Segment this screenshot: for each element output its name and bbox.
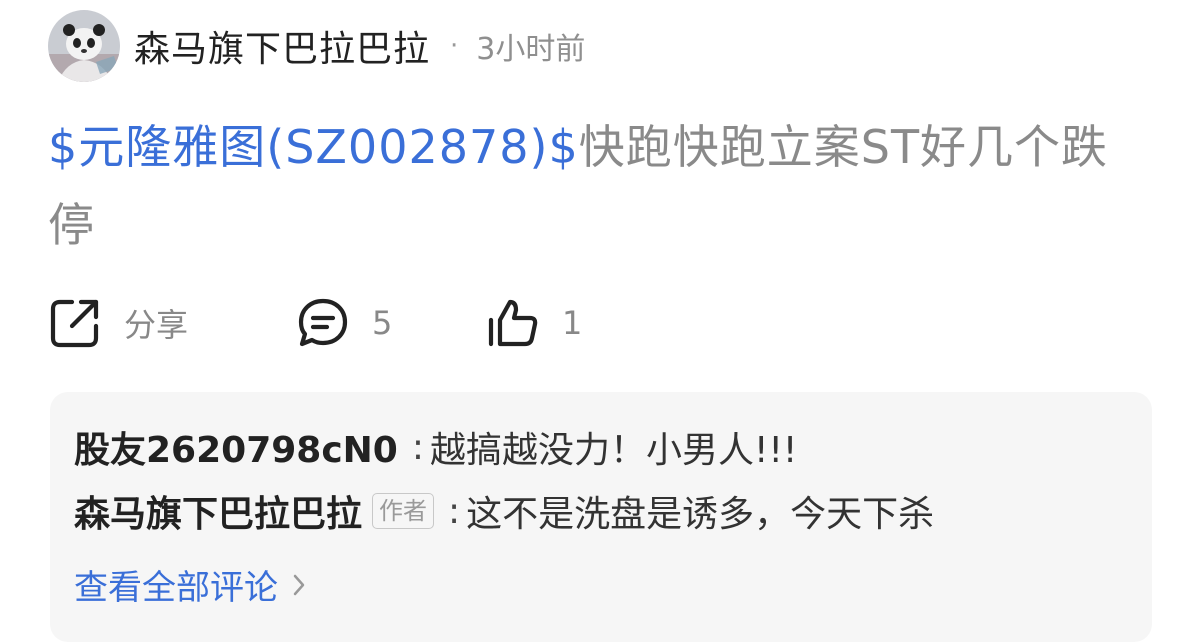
- thumbs-up-icon: [488, 299, 538, 347]
- commenter-name[interactable]: 森马旗下巴拉巴拉: [74, 485, 362, 537]
- comment-preview: 股友2620798cN0 : 越搞越没力！小男人!!! 森马旗下巴拉巴拉 作者 …: [50, 392, 1152, 642]
- commenter-name[interactable]: 股友2620798cN0: [74, 421, 398, 473]
- post-time: 3小时前: [476, 32, 586, 67]
- share-icon: [50, 299, 99, 348]
- share-button[interactable]: 分享: [48, 296, 296, 350]
- like-count: 1: [562, 304, 583, 342]
- comment-button[interactable]: 5: [296, 296, 486, 350]
- comment-text: 越搞越没力！小男人!!!: [430, 430, 798, 471]
- comment-text: 这不是洗盘是诱多，今天下杀: [466, 494, 935, 535]
- comment-item[interactable]: 股友2620798cN0 : 越搞越没力！小男人!!!: [74, 420, 797, 474]
- like-button[interactable]: 1: [486, 296, 582, 350]
- comment-icon: [298, 298, 348, 347]
- meta-separator: ·: [450, 31, 459, 61]
- view-all-label: 查看全部评论: [74, 568, 278, 608]
- comment-colon: :: [448, 490, 461, 532]
- share-label: 分享: [124, 306, 189, 344]
- comment-count: 5: [372, 304, 393, 342]
- post-header: 森马旗下巴拉巴拉 · 3小时前: [48, 10, 585, 82]
- comment-colon: :: [411, 426, 425, 468]
- author-name[interactable]: 森马旗下巴拉巴拉: [134, 20, 430, 72]
- author-badge: 作者: [372, 493, 435, 529]
- post-actions: 分享 5 1: [48, 292, 582, 354]
- panda-avatar-icon: [48, 10, 120, 82]
- comment-item[interactable]: 森马旗下巴拉巴拉 作者 : 这不是洗盘是诱多，今天下杀: [74, 484, 934, 538]
- view-all-comments-link[interactable]: 查看全部评论: [74, 560, 306, 609]
- post-content: $元隆雅图(SZ002878)$快跑快跑立案ST好几个跌停: [48, 108, 1148, 264]
- avatar[interactable]: [48, 10, 120, 82]
- chevron-right-icon: [293, 574, 305, 595]
- stock-link[interactable]: $元隆雅图(SZ002878)$: [48, 120, 579, 174]
